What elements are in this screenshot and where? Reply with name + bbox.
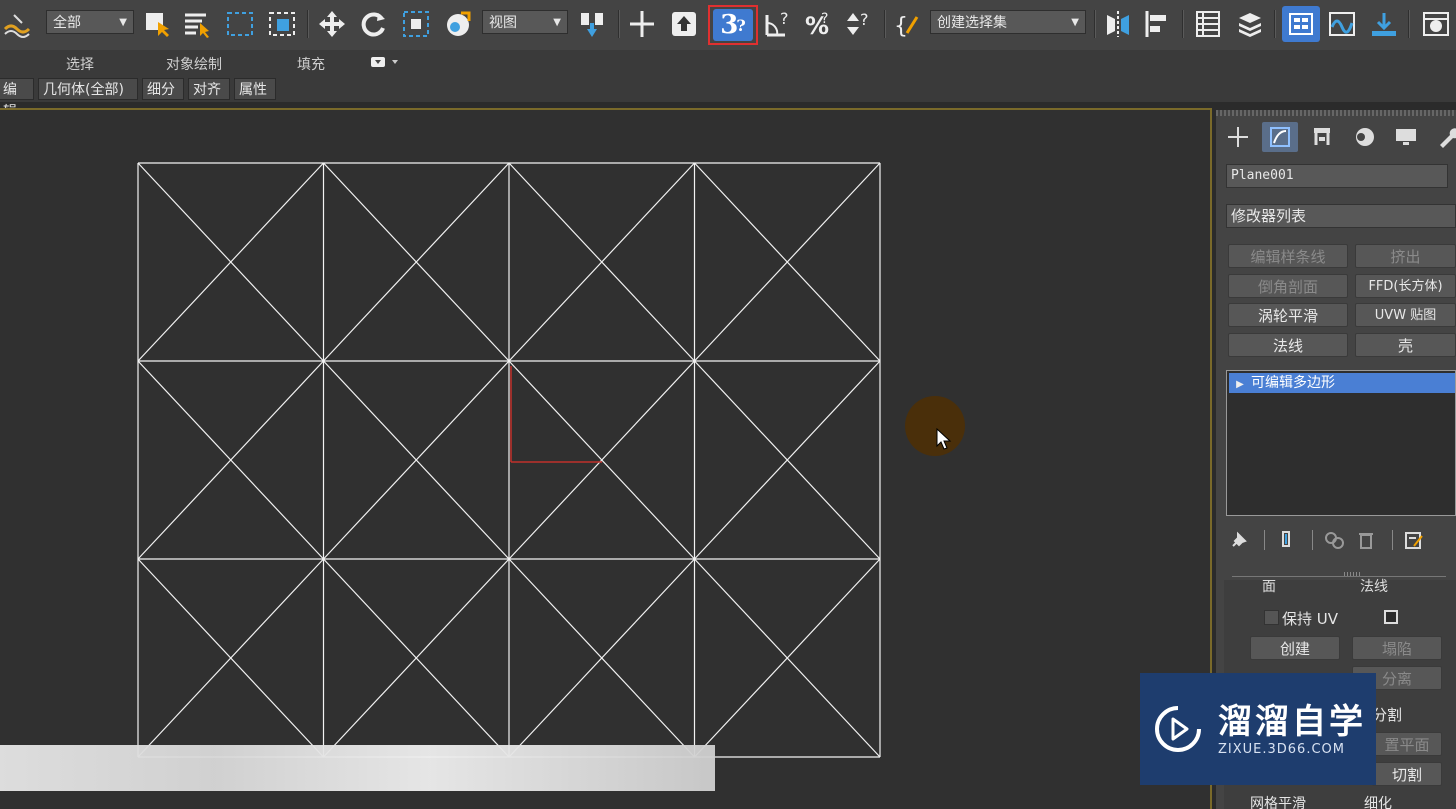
create-button[interactable]: 创建 xyxy=(1250,636,1340,660)
hierarchy-tab-icon[interactable] xyxy=(1304,122,1340,152)
transform-gizmo xyxy=(510,366,602,463)
plane-wireframe[interactable] xyxy=(0,110,1210,809)
ribbon-tab-populate[interactable]: 填充 xyxy=(297,54,325,74)
svg-text:?: ? xyxy=(821,11,828,27)
angle-snap-icon[interactable]: ? xyxy=(760,6,796,42)
blurred-overlay xyxy=(0,745,715,791)
ribbon-toggle-icon[interactable] xyxy=(370,55,400,73)
watermark-title: 溜溜自学 xyxy=(1218,701,1366,742)
svg-text:?: ? xyxy=(860,10,869,29)
ffd-box-button[interactable]: FFD(长方体) xyxy=(1355,274,1456,298)
cut-button[interactable]: 切割 xyxy=(1372,762,1442,786)
selection-filter-dropdown[interactable]: 全部 ▼ xyxy=(46,10,134,34)
select-object-icon[interactable] xyxy=(140,6,174,42)
msmooth-button[interactable]: 网格平滑 xyxy=(1250,790,1306,809)
bevel-profile-button[interactable]: 倒角剖面 xyxy=(1228,274,1348,298)
slice-plane-label: 分割 xyxy=(1372,706,1403,724)
make-unique-icon[interactable] xyxy=(1324,530,1346,554)
preserve-uv-settings-icon[interactable] xyxy=(1384,610,1398,624)
pin-stack-icon[interactable] xyxy=(1230,531,1248,553)
svg-text:?: ? xyxy=(780,9,789,28)
tab-geometry-all[interactable]: 几何体(全部) xyxy=(38,78,138,100)
refine-button[interactable]: 细化 xyxy=(1364,790,1392,809)
rect-select-icon[interactable] xyxy=(222,6,258,42)
window-crossing-icon[interactable] xyxy=(264,6,300,42)
layer-explorer-icon[interactable] xyxy=(1190,6,1226,42)
keyboard-shortcut-icon[interactable] xyxy=(666,6,702,42)
svg-text:{: { xyxy=(894,14,908,39)
tab-properties[interactable]: 属性 xyxy=(234,78,276,100)
scene-explorer-icon[interactable] xyxy=(1282,6,1320,42)
watermark-subtitle: ZIXUE.3D66.COM xyxy=(1218,741,1345,757)
manipulate-icon[interactable] xyxy=(624,6,660,42)
ribbon-tab-select[interactable]: 选择 xyxy=(66,54,94,74)
layer-manager-icon[interactable] xyxy=(1232,6,1268,42)
modifier-list-dropdown[interactable]: 修改器列表 xyxy=(1226,204,1456,228)
modeling-menu-bar: 编辑 几何体(全部) 细分 对齐 属性 xyxy=(0,76,1456,120)
material-editor-icon[interactable] xyxy=(1416,6,1456,42)
utilities-tab-icon[interactable] xyxy=(1430,122,1456,152)
configure-modifier-sets-icon[interactable] xyxy=(1404,530,1424,554)
preserve-uv-label: 保持 UV xyxy=(1282,610,1339,628)
radio-normal[interactable]: 法线 xyxy=(1360,580,1388,594)
motion-tab-icon[interactable] xyxy=(1346,122,1382,152)
turbosmooth-button[interactable]: 涡轮平滑 xyxy=(1228,303,1348,327)
reference-coord-dropdown[interactable]: 视图 ▼ xyxy=(482,10,568,34)
uvw-map-button[interactable]: UVW 贴图 xyxy=(1355,303,1456,327)
spinner-snap-icon[interactable]: ? xyxy=(840,6,876,42)
scale-icon[interactable] xyxy=(398,6,434,42)
ribbon-tab-object-paint[interactable]: 对象绘制 xyxy=(166,54,222,74)
reset-plane-button[interactable]: 置平面 xyxy=(1372,732,1442,756)
create-tab-icon[interactable] xyxy=(1220,122,1256,152)
display-tab-icon[interactable] xyxy=(1388,122,1424,152)
object-name-field[interactable]: Plane001 xyxy=(1226,164,1448,188)
tab-subdivide[interactable]: 细分 xyxy=(142,78,184,100)
show-end-result-icon[interactable] xyxy=(1280,530,1294,554)
radio-face[interactable]: 面 xyxy=(1262,580,1276,594)
normal-button[interactable]: 法线 xyxy=(1228,333,1348,357)
schematic-view-icon[interactable] xyxy=(1366,6,1402,42)
tab-align[interactable]: 对齐 xyxy=(188,78,230,100)
tab-edit[interactable]: 编辑 xyxy=(0,78,34,120)
play-logo-icon xyxy=(1154,704,1204,754)
place-icon[interactable] xyxy=(440,6,476,42)
viewport-top[interactable] xyxy=(0,108,1212,809)
site-watermark: 溜溜自学 ZIXUE.3D66.COM xyxy=(1140,673,1376,785)
panel-grip[interactable] xyxy=(1216,110,1456,116)
ribbon-bar: 选择 对象绘制 填充 xyxy=(0,51,1456,77)
stack-item-editable-poly[interactable]: ▶ 可编辑多边形 xyxy=(1229,373,1455,393)
remove-modifier-icon[interactable] xyxy=(1358,530,1374,554)
expand-triangle-icon[interactable]: ▶ xyxy=(1229,375,1251,395)
rotate-icon[interactable] xyxy=(356,6,392,42)
align-icon[interactable] xyxy=(1140,6,1176,42)
edit-spline-button[interactable]: 编辑样条线 xyxy=(1228,244,1348,268)
preserve-uv-checkbox[interactable] xyxy=(1264,610,1279,625)
collapse-button[interactable]: 塌陷 xyxy=(1352,636,1442,660)
mouse-cursor-icon xyxy=(936,427,952,454)
modify-tab-icon[interactable] xyxy=(1262,122,1298,152)
radio-face-label: 面 xyxy=(1262,579,1276,595)
radio-normal-label: 法线 xyxy=(1360,579,1388,595)
shell-button[interactable]: 壳 xyxy=(1355,333,1456,357)
edit-named-selection-icon[interactable]: { xyxy=(890,6,926,42)
select-by-name-icon[interactable] xyxy=(180,6,214,42)
cursor-highlight xyxy=(905,396,965,456)
extrude-button[interactable]: 挤出 xyxy=(1355,244,1456,268)
main-toolbar: 全部 ▼ 视图 ▼ 3? ? %? ? {创建选择集 ▼ xyxy=(0,0,1456,51)
percent-snap-icon[interactable]: %? xyxy=(800,6,836,42)
mirror-icon[interactable] xyxy=(1100,6,1136,42)
snap-3d-icon[interactable]: 3? xyxy=(708,5,758,45)
move-icon[interactable] xyxy=(314,6,350,42)
modifier-stack[interactable]: ▶ 可编辑多边形 xyxy=(1226,370,1456,516)
pivot-icon[interactable] xyxy=(574,6,610,42)
ribbon-logo-icon[interactable] xyxy=(0,6,34,42)
named-selection-dropdown[interactable]: 创建选择集 ▼ xyxy=(930,10,1086,34)
curve-editor-icon[interactable] xyxy=(1324,6,1360,42)
